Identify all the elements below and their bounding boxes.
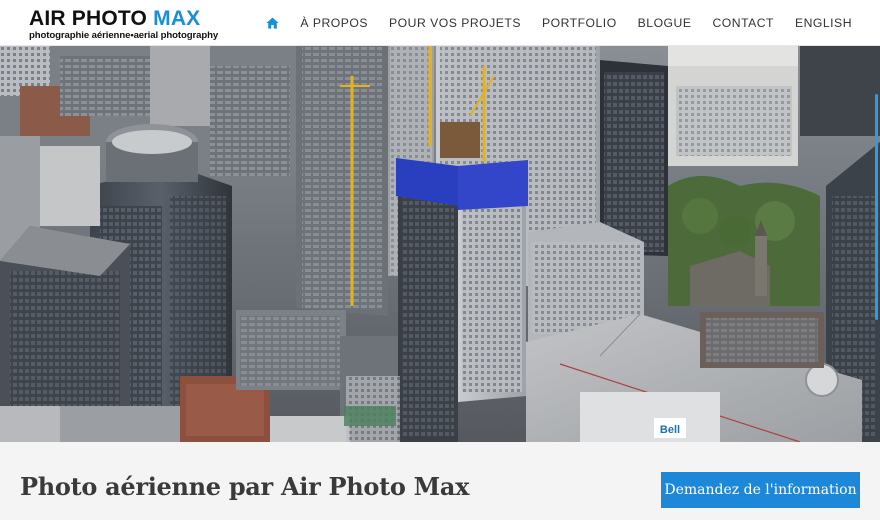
nav-item-contact[interactable]: CONTACT — [712, 16, 774, 30]
bell-sign: Bell — [660, 424, 680, 436]
nav-home[interactable] — [265, 16, 279, 30]
site-logo[interactable]: AIR PHOTO MAX photographie aérienne•aeri… — [29, 8, 251, 42]
hero-image: Bell — [0, 46, 880, 442]
nav-item-a-propos[interactable]: À PROPOS — [300, 16, 368, 30]
aerial-city-photo: Bell — [0, 46, 880, 442]
logo-name-part2: MAX — [153, 7, 201, 30]
home-icon — [266, 17, 279, 29]
nav-item-english[interactable]: ENGLISH — [795, 16, 852, 30]
nav-item-blogue[interactable]: BLOGUE — [638, 16, 692, 30]
nav-item-pour-vos-projets[interactable]: POUR VOS PROJETS — [389, 16, 521, 30]
nav-item-portfolio[interactable]: PORTFOLIO — [542, 16, 617, 30]
request-info-button[interactable]: Demandez de l'information — [661, 472, 860, 508]
logo-tagline: photographie aérienne•aerial photography — [29, 30, 219, 41]
intro-banner: Photo aérienne par Air Photo Max Demande… — [0, 442, 880, 520]
site-header: AIR PHOTO MAX photographie aérienne•aeri… — [0, 0, 880, 46]
logo-wordmark: AIR PHOTO MAX — [29, 8, 200, 30]
page-title: Photo aérienne par Air Photo Max — [20, 472, 470, 501]
hero-side-indicator — [875, 94, 878, 320]
logo-name-part1: AIR PHOTO — [29, 7, 154, 30]
main-nav: À PROPOS POUR VOS PROJETS PORTFOLIO BLOG… — [265, 0, 852, 46]
